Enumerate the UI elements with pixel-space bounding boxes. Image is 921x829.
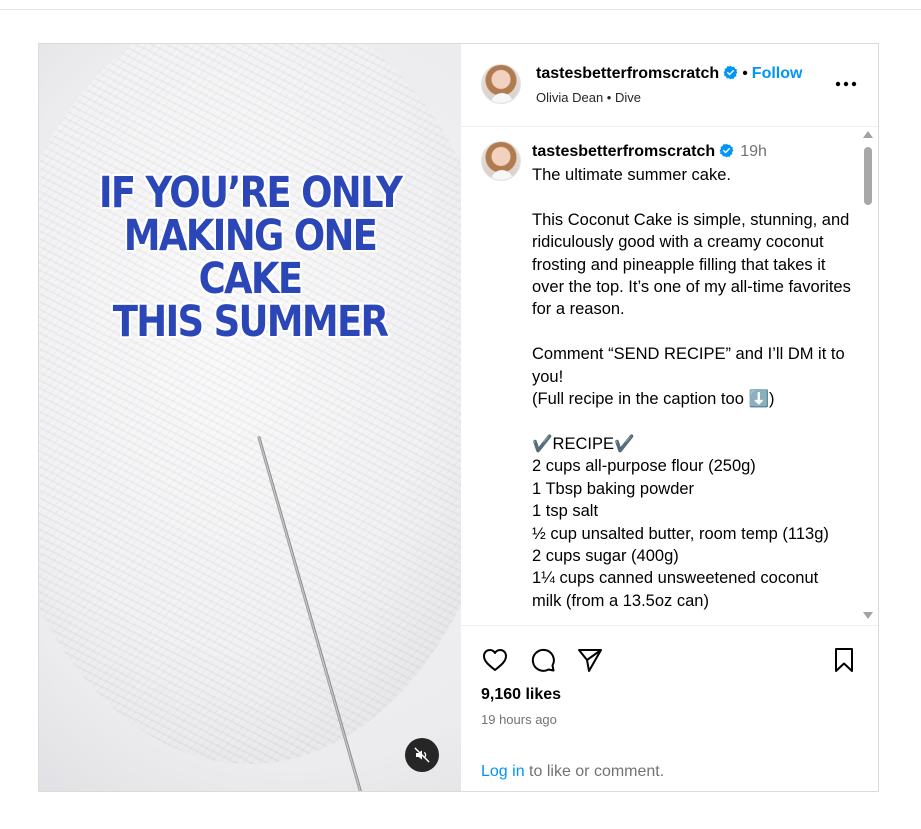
save-button[interactable] [830,646,858,674]
login-prompt: Log in to like or comment. [481,763,664,781]
overlay-line: IF YOU’RE ONLY [98,168,403,218]
share-icon [578,649,602,672]
caption-text: The ultimate summer cake. This Coconut C… [532,166,851,610]
scroll-down-arrow[interactable] [863,612,873,619]
verified-badge-icon [719,143,734,158]
post-sidebar: tastesbetterfromscratch • Follow Olivia D… [461,44,878,791]
username-link[interactable]: tastesbetterfromscratch [536,65,719,82]
more-options-button[interactable] [834,72,858,96]
comment-icon [531,648,555,672]
post-header: tastesbetterfromscratch • Follow Olivia D… [461,44,878,127]
audio-link[interactable]: Olivia Dean • Dive [536,90,641,106]
verified-badge-icon [723,65,738,80]
post-video[interactable]: IF YOU’RE ONLY MAKING ONE CAKE THIS SUMM… [39,44,461,791]
caption-scrollbar[interactable] [861,129,875,623]
overlay-line: THIS SUMMER [112,297,389,347]
likes-count[interactable]: 9,160 likes [481,686,561,704]
comment-button[interactable] [529,646,557,674]
scrollbar-thumb[interactable] [864,147,872,205]
more-options-icon [835,81,857,87]
follow-button[interactable]: Follow [752,65,803,82]
heart-icon [483,649,507,671]
instagram-post: IF YOU’RE ONLY MAKING ONE CAKE THIS SUMM… [38,43,879,792]
overlay-line: MAKING ONE CAKE [123,211,378,304]
separator-dot: • [742,65,748,82]
video-overlay-text: IF YOU’RE ONLY MAKING ONE CAKE THIS SUMM… [94,172,405,344]
caption-timestamp[interactable]: 19h [740,143,767,160]
like-button[interactable] [481,646,509,674]
cake-image [39,44,461,764]
mute-icon [414,747,430,763]
caption-username-link[interactable]: tastesbetterfromscratch [532,143,715,160]
share-button[interactable] [576,646,604,674]
caption-user-line: tastesbetterfromscratch 19h [532,142,767,161]
top-divider [0,9,921,10]
header-user-line: tastesbetterfromscratch • Follow [536,64,802,83]
avatar[interactable] [481,64,521,104]
bookmark-icon [835,648,853,672]
caption-scroll-area[interactable]: tastesbetterfromscratch 19h The ultimate… [461,127,878,625]
post-actions: 9,160 likes 19 hours ago Log in to like … [461,625,878,792]
login-suffix: to like or comment. [524,763,665,780]
caption-avatar[interactable] [481,141,521,181]
scroll-up-arrow[interactable] [863,131,873,138]
post-time[interactable]: 19 hours ago [481,712,557,727]
mute-button[interactable] [405,738,439,772]
login-link[interactable]: Log in [481,763,525,780]
